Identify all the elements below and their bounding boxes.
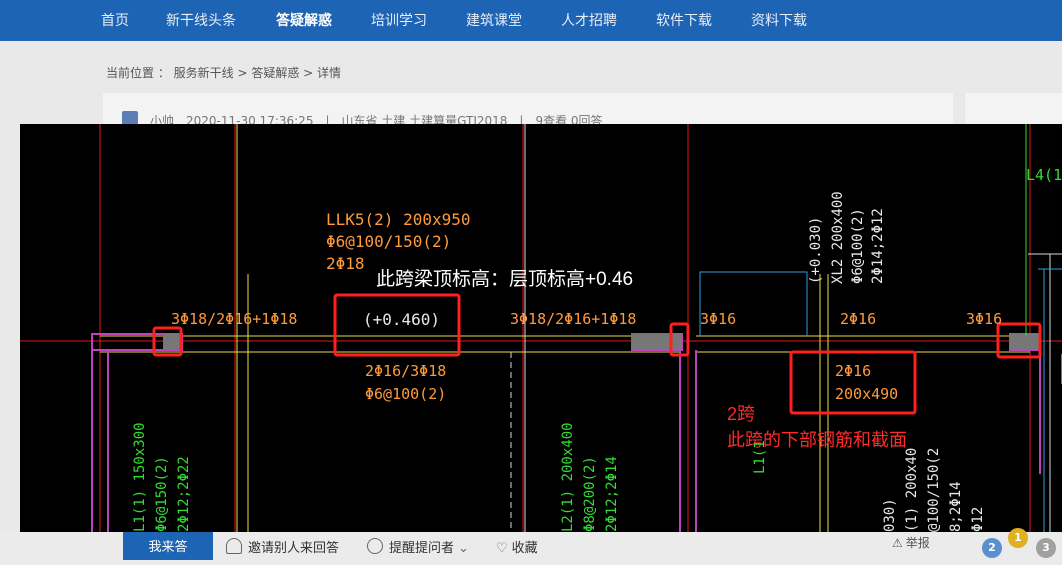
top-rebar-5: 3Φ16: [966, 310, 1003, 328]
nav-item-materials[interactable]: 资料下载: [751, 10, 807, 30]
heart-icon: ♡: [496, 541, 508, 556]
top-rebar-2: 3Φ18/2Φ16+1Φ18: [510, 310, 637, 328]
collect-label: 收藏: [511, 541, 538, 556]
rank-badge-1: 1: [1008, 528, 1028, 548]
report-label: 举报: [905, 536, 930, 550]
l1-bars: 2Φ12;2Φ22: [176, 456, 192, 532]
xl2-stirrup: Φ6@100(2): [850, 208, 866, 284]
answer-button[interactable]: 我来答: [123, 532, 213, 560]
lower-right-bars: 8;2Φ14: [948, 481, 964, 532]
xl2-bars: 2Φ14;2Φ12: [870, 208, 886, 284]
l1-stirrup: Φ6@150(2): [154, 456, 170, 532]
nav-item-training[interactable]: 培训学习: [371, 10, 427, 30]
remind-label: 提醒提问者: [389, 541, 455, 556]
cad-drawing-image[interactable]: LLK5(2) 200x950 Φ6@100/150(2) 2Φ18 此跨梁顶标…: [20, 124, 1062, 532]
note-top-elevation: 此跨梁顶标高：层顶标高+0.46: [376, 269, 634, 290]
beam-label-stirrup: Φ6@100/150(2): [326, 232, 452, 251]
rank-badge-2: 2: [982, 538, 1002, 558]
beam-label-top-bar: 2Φ18: [326, 254, 365, 273]
stirrup-1: Φ6@100(2): [365, 385, 447, 403]
report-link[interactable]: ⚠ 举报: [892, 534, 930, 551]
l2-section: L2(1) 200x400: [560, 422, 576, 532]
note-span-number: 2跨: [727, 404, 756, 424]
lower-right-section: (1) 200x40: [904, 447, 920, 532]
l2-bars: 2Φ12;2Φ14: [604, 456, 620, 532]
nav-item-home[interactable]: 首页: [101, 10, 129, 30]
lower-right-bars-2: Φ12: [970, 506, 986, 532]
bottom-rebar-1: 2Φ16/3Φ18: [365, 362, 447, 380]
top-nav: 首页 新干线头条 答疑解惑 培训学习 建筑课堂 人才招聘 软件下载 资料下载: [0, 0, 1062, 41]
l4-label: L4(1: [1026, 166, 1062, 184]
top-rebar-1: 3Φ18/2Φ16+1Φ18: [171, 310, 298, 328]
beam-label-name: LLK5(2) 200x950: [326, 210, 471, 229]
info-icon: [367, 538, 383, 554]
l1-section: L1(1) 150x300: [132, 422, 148, 532]
nav-item-jobs[interactable]: 人才招聘: [561, 10, 617, 30]
nav-item-classroom[interactable]: 建筑课堂: [466, 10, 522, 30]
lower-right-elevation: 030): [882, 498, 898, 532]
span2-bottom-rebar: 2Φ16: [835, 362, 872, 380]
lower-right-stirrup: @100/150(2: [926, 447, 942, 532]
user-icon: [226, 538, 242, 554]
l1-mid-label: L1(1: [752, 440, 768, 474]
xl2-section: XL2 200x400: [830, 191, 846, 284]
collect-link[interactable]: ♡ 收藏: [496, 537, 538, 556]
nav-item-headlines[interactable]: 新干线头条: [166, 10, 236, 30]
chevron-down-icon: ⌄: [458, 541, 469, 556]
top-rebar-4: 2Φ16: [840, 310, 877, 328]
span2-section: 200x490: [835, 385, 899, 403]
invite-label: 邀请别人来回答: [248, 541, 340, 556]
invite-answer-link[interactable]: 邀请别人来回答: [226, 537, 339, 556]
elevation-label: (+0.460): [363, 310, 441, 329]
nav-item-software[interactable]: 软件下载: [656, 10, 712, 30]
breadcrumb: 当前位置 ： 服务新干线 > 答疑解惑 > 详情: [106, 66, 341, 80]
top-rebar-3: 3Φ16: [700, 310, 737, 328]
avatar: [122, 111, 138, 125]
warning-icon: ⚠: [892, 536, 903, 550]
remind-asker-link[interactable]: 提醒提问者 ⌄: [367, 537, 469, 556]
xl2-elevation: (+0.030): [808, 216, 824, 284]
l2-stirrup: Φ8@200(2): [582, 456, 598, 532]
nav-item-qa[interactable]: 答疑解惑: [276, 10, 332, 30]
rank-badge-3: 3: [1036, 538, 1056, 558]
